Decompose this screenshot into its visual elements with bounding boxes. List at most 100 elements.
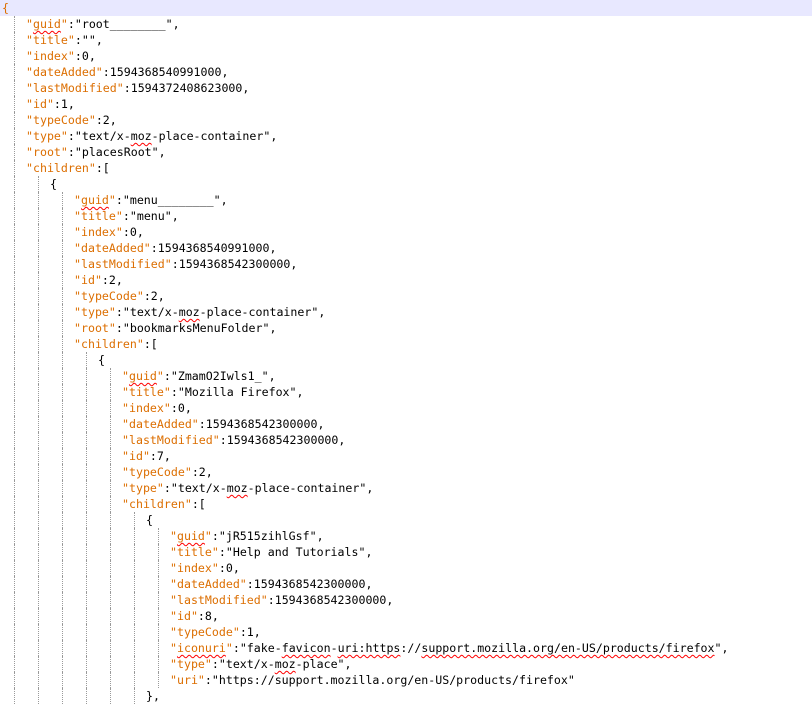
- code-text: "type":"text/x-moz-place-container",: [26, 128, 277, 144]
- indent-guide: [86, 432, 87, 448]
- code-line[interactable]: "typeCode":1,: [0, 624, 812, 640]
- code-line[interactable]: "guid":"ZmamO2Iwls1_",: [0, 368, 812, 384]
- code-line[interactable]: "typeCode":2,: [0, 464, 812, 480]
- code-line[interactable]: "typeCode":2,: [0, 288, 812, 304]
- indent-guide: [14, 160, 15, 176]
- json-value-token: :0,: [122, 225, 144, 239]
- indent-guide: [14, 688, 15, 704]
- code-line[interactable]: "title":"Mozilla Firefox",: [0, 384, 812, 400]
- code-line[interactable]: "children":[: [0, 160, 812, 176]
- indent-guide: [62, 592, 63, 608]
- code-line[interactable]: "type":"text/x-moz-place-container",: [0, 128, 812, 144]
- json-key-token: "id": [74, 273, 102, 287]
- indent-guide: [38, 608, 39, 624]
- code-line[interactable]: "children":[: [0, 336, 812, 352]
- json-value-token: :1594368542300000,: [171, 257, 298, 271]
- code-line[interactable]: "id":2,: [0, 272, 812, 288]
- indent-guide: [86, 592, 87, 608]
- indent-guide: [86, 368, 87, 384]
- indent-guide: [14, 16, 15, 32]
- code-line[interactable]: "lastModified":1594368542300000,: [0, 432, 812, 448]
- json-key-token: ": [60, 17, 68, 31]
- code-line[interactable]: },: [0, 688, 812, 704]
- json-value-token: ",: [714, 641, 729, 655]
- code-text: "root":"placesRoot",: [26, 144, 166, 160]
- indent-guide: [14, 576, 15, 592]
- code-line[interactable]: "root":"bookmarksMenuFolder",: [0, 320, 812, 336]
- indent-guide: [38, 480, 39, 496]
- code-line[interactable]: "dateAdded":1594368540991000,: [0, 240, 812, 256]
- indent-guide: [110, 384, 111, 400]
- json-value-token: -: [330, 641, 338, 655]
- json-key-token: ": [74, 193, 81, 207]
- indent-guide: [14, 112, 15, 128]
- code-line[interactable]: "uri":"https://support.mozilla.org/en-US…: [0, 672, 812, 688]
- code-line[interactable]: "type":"text/x-moz-place",: [0, 656, 812, 672]
- code-line[interactable]: "lastModified":1594372408623000,: [0, 80, 812, 96]
- indent-guide: [38, 512, 39, 528]
- code-line[interactable]: "guid":"jR515zihlGsf",: [0, 528, 812, 544]
- code-line[interactable]: "dateAdded":1594368540991000,: [0, 64, 812, 80]
- json-key-token: "index": [26, 49, 75, 63]
- indent-guide: [14, 208, 15, 224]
- json-value-token: :1594368542300000,: [198, 417, 325, 431]
- indent-guide: [110, 544, 111, 560]
- code-line[interactable]: {: [0, 176, 812, 192]
- code-text: {: [98, 352, 105, 368]
- code-line[interactable]: {: [0, 352, 812, 368]
- indent-guide: [86, 560, 87, 576]
- code-line[interactable]: {: [0, 0, 812, 16]
- indent-guide: [134, 656, 135, 672]
- code-line[interactable]: "index":0,: [0, 560, 812, 576]
- json-key-token: "type": [26, 129, 68, 143]
- code-line[interactable]: {: [0, 512, 812, 528]
- indent-guide: [110, 624, 111, 640]
- json-key-token: "root": [74, 321, 116, 335]
- code-line[interactable]: "typeCode":2,: [0, 112, 812, 128]
- json-key-token: "index": [122, 401, 171, 415]
- json-key-token: ": [225, 641, 233, 655]
- code-line[interactable]: "guid":"menu________",: [0, 192, 812, 208]
- code-line[interactable]: "title":"menu",: [0, 208, 812, 224]
- code-line[interactable]: "guid":"root________",: [0, 16, 812, 32]
- indent-guide: [134, 576, 135, 592]
- json-value-token: :"text/x-: [163, 481, 227, 495]
- json-key-token: "children": [122, 497, 192, 511]
- indent-guide: [86, 608, 87, 624]
- code-text: "typeCode":2,: [26, 112, 117, 128]
- json-key-token: ": [170, 641, 177, 655]
- code-line[interactable]: "type":"text/x-moz-place-container",: [0, 304, 812, 320]
- code-line[interactable]: "type":"text/x-moz-place-container",: [0, 480, 812, 496]
- json-key-token: guid: [32, 17, 61, 31]
- json-editor-pane[interactable]: {"guid":"root________", "title":"", "index…: [0, 0, 812, 704]
- json-key-token: "id": [26, 97, 54, 111]
- indent-guide: [38, 624, 39, 640]
- json-value-token: moz: [226, 481, 248, 495]
- indent-guide: [38, 432, 39, 448]
- json-key-token: ": [26, 17, 33, 31]
- code-line[interactable]: "index":0,: [0, 400, 812, 416]
- code-line[interactable]: "root":"placesRoot",: [0, 144, 812, 160]
- code-line[interactable]: "iconuri":"fake-favicon-uri:https://supp…: [0, 640, 812, 656]
- indent-guide: [14, 192, 15, 208]
- code-line[interactable]: "id":7,: [0, 448, 812, 464]
- json-key-token: "id": [170, 609, 198, 623]
- code-line[interactable]: "children":[: [0, 496, 812, 512]
- code-line[interactable]: "id":1,: [0, 96, 812, 112]
- json-value-token: :2,: [143, 289, 165, 303]
- code-line[interactable]: "lastModified":1594368542300000,: [0, 256, 812, 272]
- code-line[interactable]: "lastModified":1594368542300000,: [0, 592, 812, 608]
- code-text: "root":"bookmarksMenuFolder",: [74, 320, 276, 336]
- code-text: "type":"text/x-moz-place",: [170, 656, 352, 672]
- indent-guide: [86, 464, 87, 480]
- code-line[interactable]: "index":0,: [0, 48, 812, 64]
- code-line[interactable]: "dateAdded":1594368542300000,: [0, 576, 812, 592]
- json-value-token: -place-container",: [247, 481, 374, 495]
- code-line[interactable]: "title":"",: [0, 32, 812, 48]
- code-line[interactable]: "index":0,: [0, 224, 812, 240]
- json-value-token: :0,: [218, 561, 240, 575]
- code-line[interactable]: "dateAdded":1594368542300000,: [0, 416, 812, 432]
- code-line[interactable]: "id":8,: [0, 608, 812, 624]
- code-line[interactable]: "title":"Help and Tutorials",: [0, 544, 812, 560]
- indent-guide: [110, 592, 111, 608]
